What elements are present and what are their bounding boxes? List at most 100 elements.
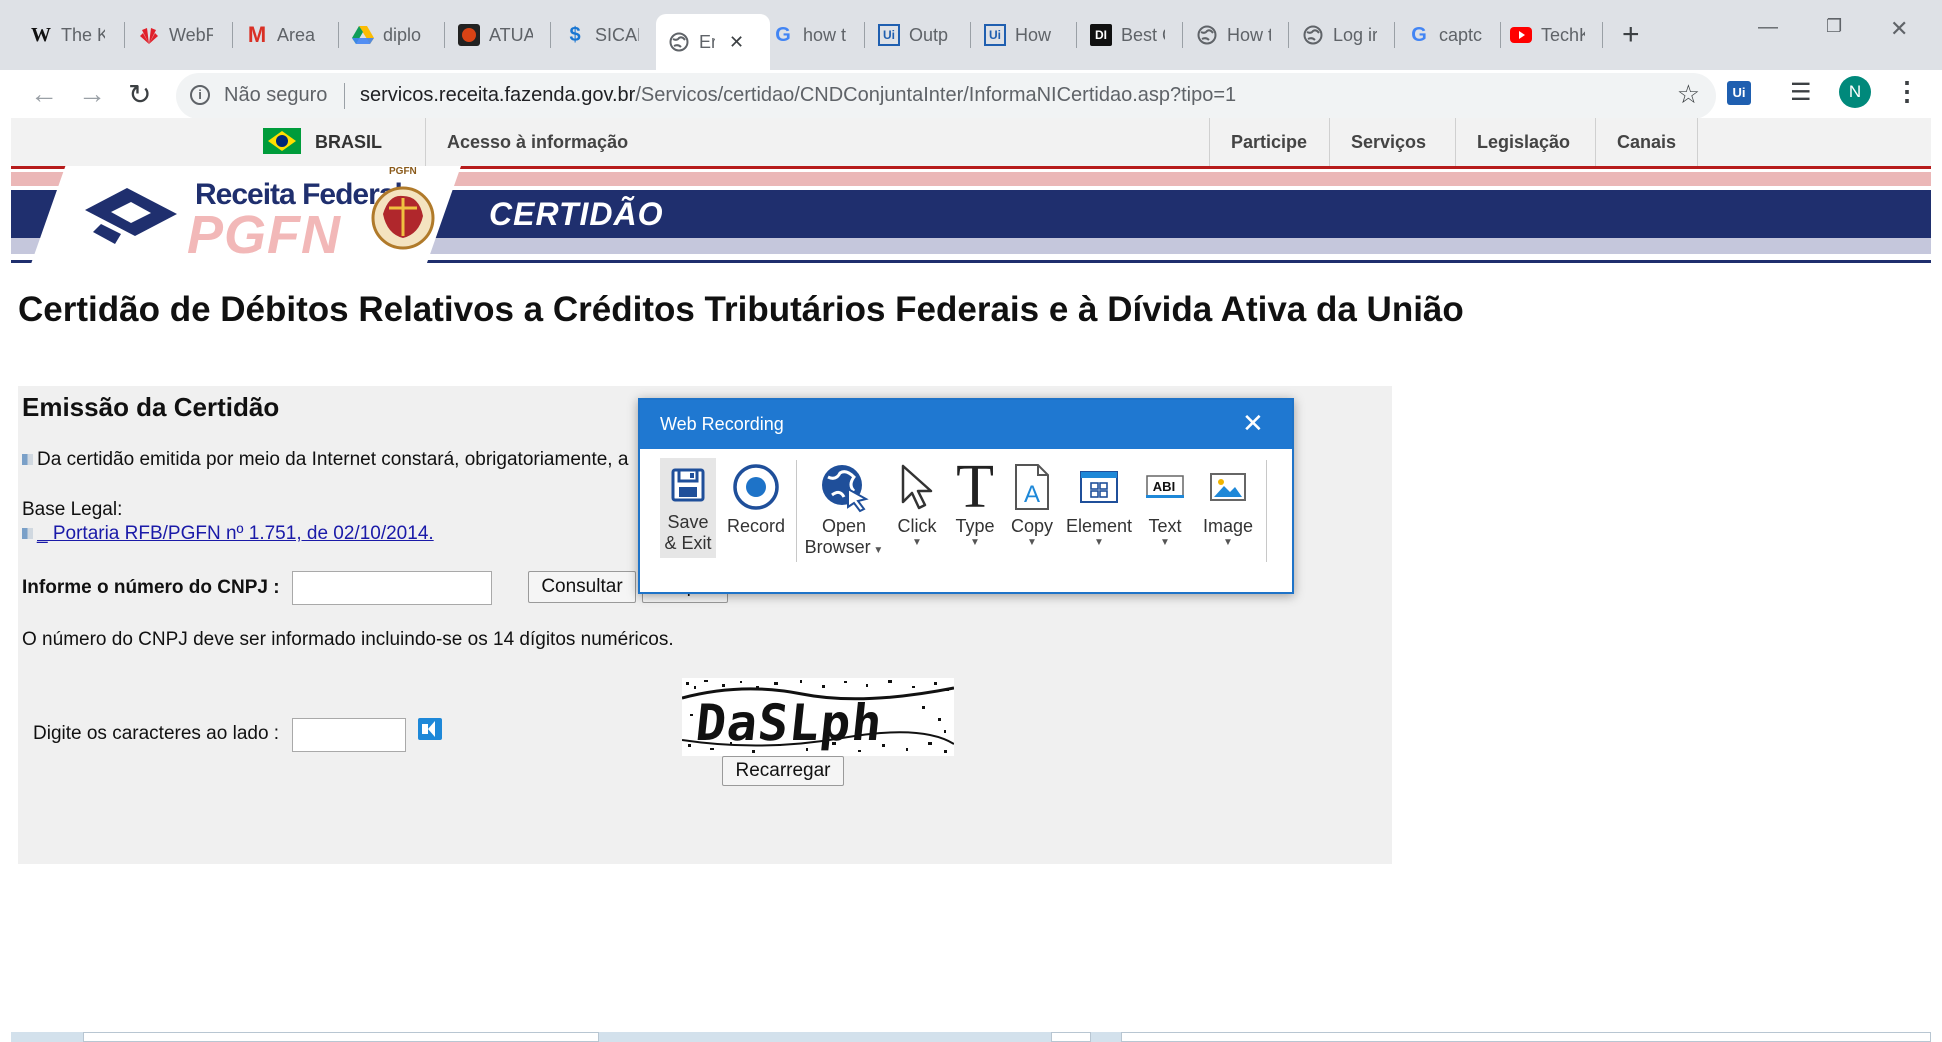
gov-link-servicos[interactable]: Serviços — [1351, 132, 1426, 153]
recarregar-button[interactable]: Recarregar — [722, 756, 844, 786]
record-button[interactable]: Record — [722, 458, 790, 582]
receita-federal-logo-icon — [85, 188, 177, 244]
copy-button[interactable]: A Copy ▼ — [1006, 458, 1058, 582]
huawei-icon — [138, 24, 160, 46]
globe-icon — [1196, 24, 1218, 46]
section-title: Emissão da Certidão — [22, 392, 280, 422]
browser-toolbar: ← → ↻ i Não seguro servicos.receita.faze… — [0, 70, 1942, 124]
open-browser-button[interactable]: Open Browser ▼ — [804, 458, 884, 582]
record-icon — [722, 458, 790, 516]
pgfn-seal-icon — [371, 186, 435, 250]
bookmark-star-icon[interactable]: ☆ — [1677, 79, 1700, 110]
new-tab-button[interactable]: + — [1622, 20, 1640, 50]
minimize-icon[interactable]: — — [1758, 16, 1778, 39]
image-button[interactable]: Image ▼ — [1196, 458, 1260, 582]
taskbar-item[interactable] — [1051, 1032, 1091, 1042]
taskbar-strip — [11, 1032, 1931, 1042]
captcha-input[interactable] — [292, 718, 406, 752]
text-button[interactable]: ABI Text ▼ — [1140, 458, 1190, 582]
captcha-text: DaSLph — [692, 694, 886, 752]
globe-cursor-icon — [804, 458, 884, 516]
portaria-link[interactable]: _ Portaria RFB/PGFN nº 1.751, de 02/10/2… — [37, 523, 434, 544]
security-label[interactable]: Não seguro — [224, 84, 327, 107]
dropdown-caret-icon: ▼ — [1223, 537, 1233, 548]
close-window-icon[interactable]: ✕ — [1890, 16, 1908, 42]
text-abi-icon: ABI — [1140, 458, 1190, 516]
dropdown-caret-icon: ▼ — [1027, 537, 1037, 548]
sicaf-icon: $ — [569, 23, 581, 46]
bullet-icon — [22, 528, 33, 540]
cnpj-hint: O número do CNPJ deve ser informado incl… — [22, 629, 674, 650]
uipath-icon: Ui — [984, 24, 1006, 46]
svg-text:ABI: ABI — [1153, 479, 1175, 494]
tab-uipath-how[interactable]: Ui How — [984, 14, 1059, 56]
restore-icon[interactable]: ❐ — [1826, 16, 1842, 37]
di-icon: DI — [1090, 24, 1112, 46]
acesso-informacao-link[interactable]: Acesso à informação — [447, 132, 628, 153]
dropdown-caret-icon: ▼ — [1094, 537, 1104, 548]
globe-icon — [1302, 24, 1324, 46]
atua-icon — [458, 24, 480, 46]
tab-active-certidao[interactable]: Er ✕ — [656, 14, 770, 70]
gov-link-participe[interactable]: Participe — [1231, 132, 1307, 153]
cursor-icon — [890, 458, 944, 516]
dialog-close-icon[interactable]: ✕ — [1242, 408, 1264, 439]
brasil-link[interactable]: BRASIL — [315, 132, 382, 153]
tab-drive[interactable]: diplo — [352, 14, 427, 56]
copy-document-icon: A — [1006, 458, 1058, 516]
tab-google-captcha[interactable]: G captc — [1408, 14, 1483, 56]
tab-sicaf[interactable]: $ SICAF — [564, 14, 639, 56]
click-button[interactable]: Click ▼ — [890, 458, 944, 582]
save-exit-button[interactable]: Save & Exit — [660, 458, 716, 558]
seal-label: PGFN — [389, 166, 417, 177]
brazil-flag-icon — [263, 128, 301, 154]
dropdown-caret-icon: ▼ — [912, 537, 922, 548]
profile-avatar[interactable]: N — [1839, 76, 1871, 108]
tab-google-how[interactable]: G how t — [772, 14, 847, 56]
type-t-icon: T — [956, 452, 994, 521]
tab-uipath-output[interactable]: Ui Outp — [878, 14, 953, 56]
taskbar-item[interactable] — [1121, 1032, 1931, 1042]
gov-link-legislacao[interactable]: Legislação — [1477, 132, 1570, 153]
dialog-title: Web Recording — [660, 414, 784, 434]
wikipedia-icon: W — [31, 23, 51, 46]
tab-best[interactable]: DI Best C — [1090, 14, 1165, 56]
dropdown-caret-icon: ▼ — [870, 545, 884, 556]
back-icon[interactable]: ← — [30, 78, 58, 110]
banner-title: CERTIDÃO — [489, 196, 664, 232]
tab-atua[interactable]: ATUA — [458, 14, 533, 56]
svg-text:A: A — [1024, 481, 1040, 508]
media-control-icon[interactable]: ☰ — [1790, 78, 1812, 107]
close-tab-icon[interactable]: ✕ — [729, 32, 744, 53]
floppy-disk-icon — [660, 458, 716, 512]
cnpj-input[interactable] — [292, 571, 492, 605]
tab-gmail[interactable]: M Area — [246, 14, 321, 56]
globe-icon — [668, 31, 690, 53]
audio-captcha-icon[interactable] — [418, 718, 442, 740]
browser-menu-icon[interactable]: ⋮ — [1894, 76, 1920, 107]
type-button[interactable]: T Type ▼ — [950, 452, 1000, 582]
taskbar-item[interactable] — [83, 1032, 599, 1042]
url-text[interactable]: servicos.receita.fazenda.gov.br/Servicos… — [360, 84, 1236, 107]
base-legal-row: _ Portaria RFB/PGFN nº 1.751, de 02/10/2… — [22, 523, 434, 545]
forward-icon[interactable]: → — [78, 78, 106, 110]
tab-huawei[interactable]: WebR — [138, 14, 213, 56]
consultar-button[interactable]: Consultar — [528, 571, 636, 603]
uipath-extension-icon[interactable]: Ui — [1727, 81, 1751, 105]
bullet-icon — [22, 454, 33, 466]
info-icon[interactable]: i — [190, 85, 210, 105]
element-window-icon — [1064, 458, 1134, 516]
tab-wikipedia[interactable]: W The K — [30, 14, 105, 56]
element-button[interactable]: Element ▼ — [1064, 458, 1134, 582]
dropdown-caret-icon: ▼ — [1160, 537, 1170, 548]
google-icon: G — [775, 23, 791, 46]
dialog-header: Web Recording ✕ — [640, 400, 1292, 449]
certidao-banner: Receita Federal PGFN PGFN CERTIDÃO — [11, 166, 1931, 264]
gov-link-canais[interactable]: Canais — [1617, 132, 1676, 153]
reload-icon[interactable]: ↻ — [128, 78, 151, 111]
tab-youtube[interactable]: TechK — [1510, 14, 1585, 56]
address-bar[interactable]: i Não seguro servicos.receita.fazenda.go… — [176, 73, 1716, 119]
tab-how[interactable]: How t — [1196, 14, 1271, 56]
gmail-icon: M — [247, 22, 267, 47]
tab-login[interactable]: Log ir — [1302, 14, 1377, 56]
